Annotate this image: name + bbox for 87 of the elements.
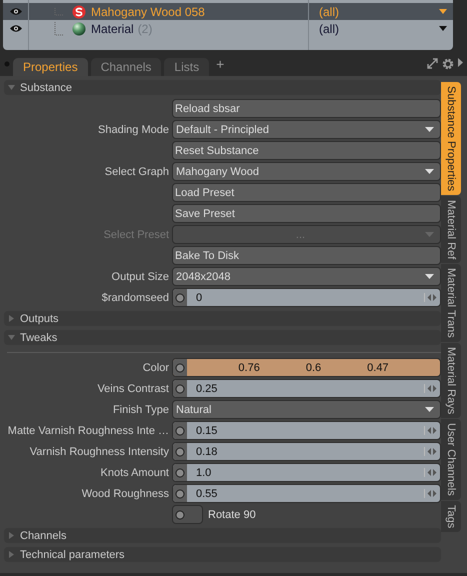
tree-connector-icon bbox=[54, 22, 66, 36]
toggle-switch[interactable] bbox=[172, 505, 203, 524]
circle-icon[interactable] bbox=[175, 384, 185, 394]
field-label: Color bbox=[142, 362, 170, 374]
drag-arrows-icon[interactable] bbox=[424, 489, 437, 498]
drag-arrows-icon[interactable] bbox=[424, 468, 437, 477]
channel-value: 0.6 bbox=[306, 362, 322, 374]
tree-connector-icon bbox=[54, 8, 66, 16]
dropdown[interactable]: Mahogany Wood bbox=[172, 162, 441, 181]
section-header[interactable]: Channels bbox=[4, 528, 441, 543]
side-tab[interactable]: User Channels bbox=[441, 419, 461, 500]
item-name: Mahogany Wood 058 bbox=[91, 4, 206, 18]
action-button[interactable]: Reload sbsar bbox=[172, 99, 441, 118]
circle-icon[interactable] bbox=[175, 362, 185, 372]
section-title: Outputs bbox=[20, 312, 59, 324]
section-title: Channels bbox=[20, 530, 66, 542]
side-tab[interactable]: Tags bbox=[441, 501, 461, 532]
caret-icon bbox=[425, 407, 434, 412]
dropdown[interactable]: Natural bbox=[172, 400, 441, 419]
action-button[interactable]: Save Preset bbox=[172, 204, 441, 223]
caret-icon[interactable] bbox=[439, 9, 447, 14]
action-button[interactable]: Reset Substance bbox=[172, 141, 441, 160]
section-title: Technical parameters bbox=[20, 548, 125, 560]
section-title: Tweaks bbox=[20, 332, 58, 344]
drag-arrows-icon[interactable] bbox=[424, 384, 437, 393]
field-label: Matte Varnish Roughness Inte … bbox=[6, 424, 170, 436]
number-field[interactable]: 0.55 bbox=[172, 484, 441, 503]
dot-icon[interactable] bbox=[4, 60, 10, 66]
caret-icon[interactable] bbox=[439, 26, 447, 31]
add-tab-button[interactable]: + bbox=[216, 56, 224, 72]
side-tab[interactable]: Material Rays bbox=[441, 343, 461, 418]
circle-icon[interactable] bbox=[175, 468, 185, 478]
field-label: Select Graph bbox=[104, 166, 170, 178]
toggle-label: Rotate 90 bbox=[208, 508, 256, 520]
color-field[interactable]: 0.76 0.6 0.47 bbox=[172, 358, 441, 377]
section-header[interactable]: Tweaks bbox=[4, 330, 441, 345]
field-label: Finish Type bbox=[112, 404, 170, 416]
section-title: Substance bbox=[20, 82, 72, 94]
side-tab[interactable]: Substance Properties bbox=[441, 82, 461, 196]
circle-icon[interactable] bbox=[175, 510, 185, 520]
caret-icon bbox=[425, 232, 434, 237]
number-field[interactable]: 0 bbox=[172, 288, 441, 307]
drag-arrows-icon[interactable] bbox=[424, 426, 437, 435]
dropdown[interactable]: 2048x2048 bbox=[172, 267, 441, 286]
field-label: Knots Amount bbox=[100, 466, 170, 478]
circle-icon[interactable] bbox=[175, 488, 185, 498]
tree-row[interactable]: Mahogany Wood 058 (all) bbox=[3, 3, 453, 20]
section-header[interactable]: Substance bbox=[4, 80, 441, 95]
caret-icon bbox=[425, 169, 434, 174]
sphere-icon bbox=[72, 22, 86, 36]
panel-tab[interactable]: Properties bbox=[13, 58, 88, 76]
side-tab[interactable]: Material Ref bbox=[441, 196, 461, 264]
section-header[interactable]: Technical parameters bbox=[4, 547, 441, 562]
field-label: Varnish Roughness Intensity bbox=[28, 446, 170, 458]
circle-icon[interactable] bbox=[175, 292, 185, 302]
field-label: $randomseed bbox=[100, 292, 170, 304]
dropdown[interactable]: Default - Principled bbox=[172, 120, 441, 139]
eye-icon[interactable] bbox=[9, 24, 23, 33]
drag-arrows-icon[interactable] bbox=[424, 447, 437, 456]
field-label: Wood Roughness bbox=[80, 488, 170, 500]
action-button[interactable]: Bake To Disk bbox=[172, 246, 441, 265]
field-label: Shading Mode bbox=[97, 124, 170, 136]
number-field[interactable]: 0.25 bbox=[172, 379, 441, 398]
eye-icon[interactable] bbox=[9, 7, 23, 16]
drag-arrows-icon[interactable] bbox=[424, 293, 437, 302]
side-tab[interactable]: Material Trans bbox=[441, 264, 461, 342]
triangle-icon[interactable] bbox=[458, 58, 463, 66]
caret-icon bbox=[425, 127, 434, 132]
settings-icon[interactable] bbox=[442, 58, 454, 70]
number-field[interactable]: 0.15 bbox=[172, 421, 441, 440]
expand-icon[interactable] bbox=[427, 58, 438, 68]
action-button[interactable]: Load Preset bbox=[172, 183, 441, 202]
caret-icon bbox=[425, 274, 434, 279]
circle-icon[interactable] bbox=[175, 426, 185, 436]
channel-value: 0.47 bbox=[367, 362, 389, 374]
section-header[interactable]: Outputs bbox=[4, 311, 441, 326]
field-label: Output Size bbox=[110, 270, 170, 282]
effect-value: (all) bbox=[319, 4, 339, 18]
circle-icon[interactable] bbox=[175, 446, 185, 456]
field-label: Veins Contrast bbox=[96, 382, 170, 394]
number-field[interactable]: 1.0 bbox=[172, 463, 441, 482]
panel-tab[interactable]: Channels bbox=[90, 58, 162, 76]
panel-tab[interactable]: Lists bbox=[164, 58, 210, 76]
number-field[interactable]: 0.18 bbox=[172, 442, 441, 461]
logo-icon bbox=[72, 4, 86, 18]
channel-value: 0.76 bbox=[238, 362, 260, 374]
effect-value: (all) bbox=[319, 22, 339, 36]
